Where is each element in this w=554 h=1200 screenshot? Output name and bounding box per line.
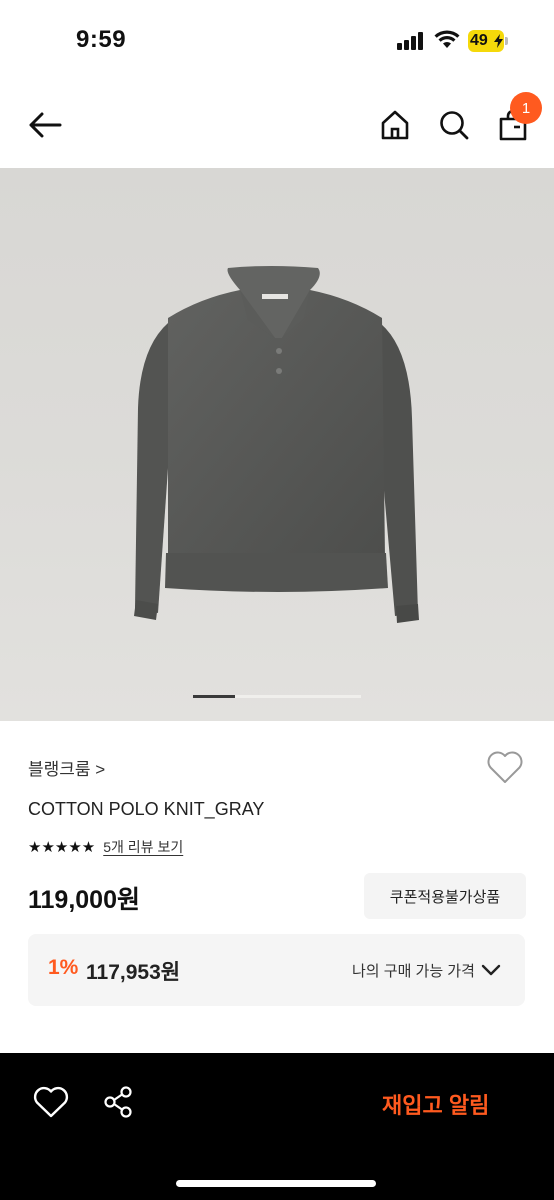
- star-rating: ★★★★★: [28, 839, 96, 856]
- product-image-carousel[interactable]: [0, 168, 554, 721]
- wishlist-button-bottom[interactable]: [33, 1085, 69, 1119]
- product-price: 119,000원: [28, 886, 140, 914]
- cellular-signal-icon: [397, 32, 425, 50]
- heart-icon: [33, 1086, 69, 1118]
- bottom-action-bar: 재입고 알림: [0, 1053, 554, 1200]
- carousel-indicator: [193, 695, 361, 698]
- my-price: 117,953원: [86, 961, 181, 984]
- search-button[interactable]: [435, 106, 473, 144]
- arrow-left-icon: [29, 112, 62, 138]
- back-button[interactable]: [24, 104, 66, 146]
- battery-level: 49: [470, 32, 488, 49]
- share-button[interactable]: [102, 1085, 136, 1119]
- search-icon: [440, 111, 469, 140]
- my-price-panel[interactable]: 1% 117,953원 나의 구매 가능 가격: [28, 934, 525, 1006]
- status-time: 9:59: [76, 26, 127, 53]
- home-button[interactable]: [376, 106, 414, 144]
- cart-count-badge: 1: [510, 92, 542, 124]
- product-title: COTTON POLO KNIT_GRAY: [28, 799, 265, 819]
- review-link[interactable]: 5개 리뷰 보기: [103, 837, 183, 857]
- status-bar: 9:59 49: [0, 0, 554, 80]
- brand-link[interactable]: 블랭크룸 >: [28, 755, 105, 780]
- home-indicator: [176, 1180, 376, 1187]
- home-icon: [381, 110, 409, 140]
- wifi-icon: [434, 30, 460, 48]
- heart-icon: [487, 751, 523, 783]
- coupon-status-badge: 쿠폰적용불가상품: [364, 873, 526, 919]
- restock-alert-button[interactable]: 재입고 알림: [382, 1088, 489, 1120]
- share-icon: [104, 1086, 132, 1118]
- wishlist-button[interactable]: [486, 749, 524, 785]
- rating-row: ★★★★★ 5개 리뷰 보기: [28, 837, 183, 857]
- chevron-down-icon[interactable]: [480, 960, 502, 980]
- battery-icon: 49: [468, 30, 508, 52]
- carousel-indicator-active: [193, 695, 235, 698]
- discount-rate: 1%: [48, 956, 79, 979]
- top-navigation: [0, 80, 554, 168]
- product-photo: [134, 266, 419, 623]
- my-price-label: 나의 구매 가능 가격: [352, 963, 475, 980]
